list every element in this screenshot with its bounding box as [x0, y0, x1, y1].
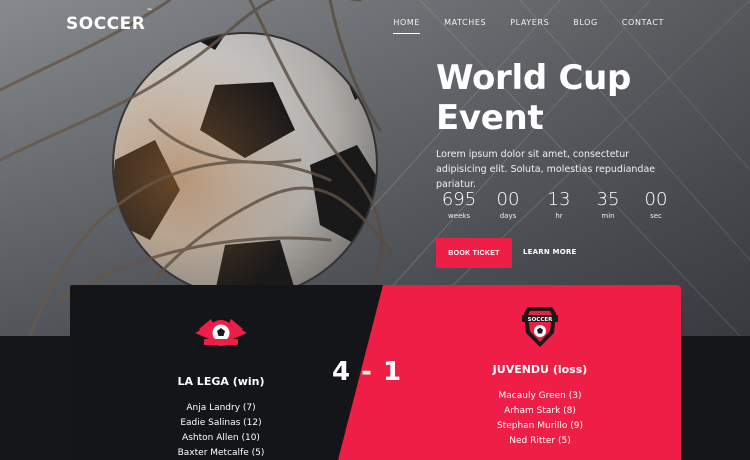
countdown-label: weeks — [447, 212, 471, 220]
site-logo[interactable]: SOCCER™ — [66, 8, 153, 34]
learn-more-link[interactable]: LEARN MORE — [523, 248, 576, 256]
home-team: LA LEGA (win) Anja Landry (7) Eadie Sali… — [146, 285, 296, 460]
list-item: Ashton Allen (10) — [182, 433, 260, 443]
match-score: 4 - 1 — [332, 357, 403, 387]
list-item: Stephan Murillo (9) — [496, 421, 584, 431]
countdown-label: hr — [555, 212, 563, 220]
countdown-label: sec — [650, 212, 662, 220]
list-item: Macauly Green (3) — [498, 391, 582, 401]
countdown-value: 35 — [596, 189, 620, 210]
list-item: Baxter Metcalfe (5) — [177, 448, 265, 458]
main-nav: HOME MATCHES PLAYERS BLOG CONTACT — [393, 18, 664, 34]
away-team-name: JUVENDU (loss) — [492, 363, 588, 376]
countdown-value: 00 — [496, 189, 520, 210]
countdown-label: min — [601, 212, 615, 220]
countdown-weeks: 695 weeks — [437, 189, 481, 220]
countdown-value: 00 — [644, 189, 668, 210]
hero-title: World Cup Event — [436, 58, 716, 138]
away-team: SOCCER JUVENDU (loss) Macauly Green (3) … — [470, 285, 610, 449]
badge-text: SOCCER — [528, 317, 553, 323]
hero-title-line1: World Cup — [436, 58, 632, 98]
home-player-list: Anja Landry (7) Eadie Salinas (12) Ashto… — [146, 401, 296, 460]
countdown-seconds: 00 sec — [633, 189, 679, 220]
countdown-label: days — [499, 212, 517, 220]
nav-blog[interactable]: BLOG — [573, 18, 598, 33]
nav-players[interactable]: PLAYERS — [510, 18, 549, 33]
away-player-list: Macauly Green (3) Arham Stark (8) Stepha… — [470, 389, 610, 449]
nav-contact[interactable]: CONTACT — [622, 18, 664, 33]
list-item: Ned Ritter (5) — [509, 436, 571, 446]
logo-text: SOCCER — [66, 14, 146, 34]
list-item: Anja Landry (7) — [186, 403, 256, 413]
away-team-shield-icon: SOCCER — [522, 307, 558, 347]
list-item: Arham Stark (8) — [504, 406, 576, 416]
countdown-timer: 695 weeks 00 days 13 hr 35 min 00 sec — [437, 189, 680, 220]
home-team-emblem-icon — [195, 319, 247, 346]
countdown-value: 13 — [547, 189, 571, 210]
nav-matches[interactable]: MATCHES — [444, 18, 486, 33]
countdown-value: 695 — [441, 189, 477, 210]
countdown-hours: 13 hr — [535, 189, 583, 220]
countdown-days: 00 days — [482, 189, 534, 220]
hero-title-line2: Event — [436, 98, 544, 138]
list-item: Eadie Salinas (12) — [180, 418, 262, 428]
hero-description: Lorem ipsum dolor sit amet, consectetur … — [436, 149, 656, 190]
match-score-card: LA LEGA (win) Anja Landry (7) Eadie Sali… — [70, 285, 681, 460]
home-team-name: LA LEGA (win) — [177, 375, 265, 388]
countdown-minutes: 35 min — [584, 189, 632, 220]
book-ticket-button[interactable]: BOOK TICKET — [436, 238, 512, 268]
nav-home[interactable]: HOME — [393, 18, 420, 34]
trademark: ™ — [146, 8, 153, 16]
